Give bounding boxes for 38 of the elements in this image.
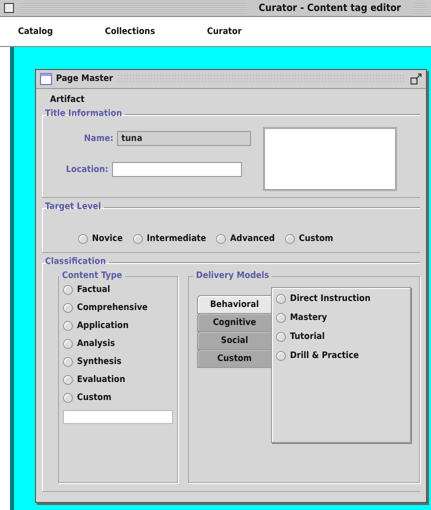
- menu-item[interactable]: Collections: [104, 26, 156, 36]
- tab[interactable]: Cognitive: [197, 313, 271, 332]
- tab[interactable]: Behavioral: [197, 295, 271, 314]
- radio-button[interactable]: Application: [63, 321, 173, 331]
- menu-item[interactable]: Catalog: [18, 26, 53, 36]
- close-icon[interactable]: [4, 3, 14, 13]
- radio-button[interactable]: Tutorial: [276, 332, 406, 342]
- radio-button[interactable]: Analysis: [63, 339, 173, 349]
- custom-field[interactable]: [63, 410, 173, 424]
- radio-button[interactable]: Factual: [63, 285, 173, 295]
- radio-button[interactable]: Comprehensive: [63, 303, 173, 313]
- menu-item[interactable]: Curator: [207, 26, 242, 36]
- window-title: Page Master: [56, 74, 113, 84]
- location-field[interactable]: [112, 162, 242, 177]
- name-field[interactable]: tuna: [117, 131, 252, 146]
- radio-button[interactable]: Custom: [284, 234, 334, 244]
- field-label: Location:: [66, 164, 108, 174]
- radio-button[interactable]: Synthesis: [63, 357, 173, 367]
- radio-button[interactable]: Custom: [63, 393, 173, 403]
- group-legend: Title Information: [42, 109, 125, 119]
- resize-icon[interactable]: [410, 73, 422, 85]
- radio-button[interactable]: Evaluation: [63, 375, 173, 385]
- text-area[interactable]: [263, 127, 398, 191]
- radio-button[interactable]: Advanced: [216, 234, 275, 244]
- window-icon: [40, 73, 52, 85]
- group-legend: Delivery Models: [193, 271, 272, 281]
- group-legend: Classification: [42, 257, 109, 267]
- section-label: Artifact: [50, 95, 85, 105]
- tab[interactable]: Custom: [197, 349, 271, 368]
- radio-button[interactable]: Mastery: [276, 313, 406, 323]
- group-legend: Target Level: [42, 202, 104, 212]
- radio-button[interactable]: Novice: [78, 234, 123, 244]
- radio-button[interactable]: Intermediate: [132, 234, 206, 244]
- tab[interactable]: Social: [197, 331, 271, 350]
- field-label: Name:: [84, 134, 114, 144]
- group-legend: Content Type: [59, 271, 126, 281]
- radio-button[interactable]: Direct Instruction: [276, 294, 406, 304]
- radio-button[interactable]: Drill & Practice: [276, 351, 406, 361]
